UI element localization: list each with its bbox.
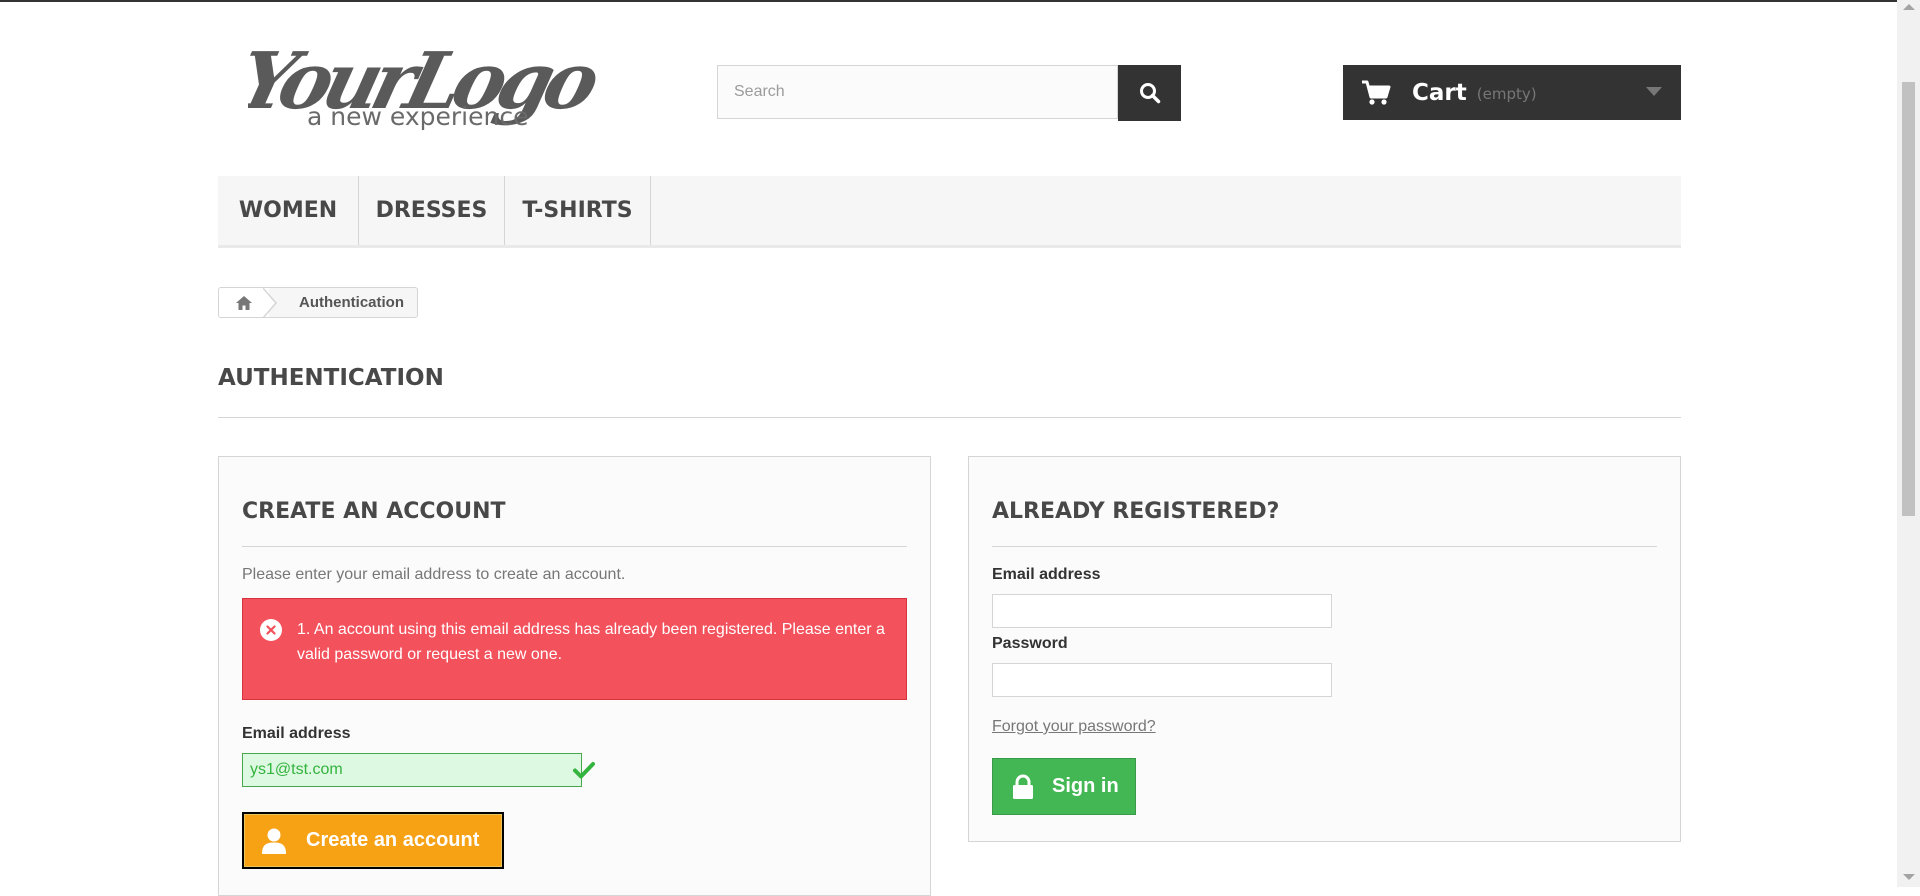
login-panel: ALREADY REGISTERED? Email address Passwo… [968,456,1681,842]
search-button[interactable] [1118,65,1181,121]
cart-status: (empty) [1476,85,1537,103]
breadcrumb-current: Authentication [299,294,404,311]
site-logo[interactable]: YourLogo a new experience [248,32,608,136]
window-top-border [0,0,1920,2]
login-email-label: Email address [992,566,1101,583]
menu-item-dresses[interactable]: DRESSES [359,176,505,245]
menu-item-women[interactable]: WOMEN [218,176,359,245]
sign-in-button-label: Sign in [1052,775,1119,797]
main-menu: WOMEN DRESSES T-SHIRTS [218,176,1681,248]
lock-icon [1013,774,1033,799]
forgot-password-link[interactable]: Forgot your password? [992,718,1156,736]
breadcrumb: Authentication [218,287,418,318]
sign-in-button[interactable]: Sign in [992,758,1136,815]
login-email-field[interactable] [992,594,1332,628]
create-account-title: CREATE AN ACCOUNT [242,499,506,524]
create-account-panel: CREATE AN ACCOUNT Please enter your emai… [218,456,931,896]
error-message: 1. An account using this email address h… [297,621,885,663]
search-input[interactable] [717,65,1118,119]
chevron-down-icon [1646,87,1662,96]
create-account-description: Please enter your email address to creat… [242,566,626,583]
user-icon [262,828,286,854]
cart-icon [1362,80,1391,105]
login-password-field[interactable] [992,663,1332,697]
search-icon [1139,83,1160,104]
cart-label: Cart [1412,79,1467,106]
scroll-down-arrow-icon[interactable] [1903,874,1915,880]
home-icon [236,295,252,310]
search-bar [717,65,1181,121]
error-icon [260,619,282,641]
logo-tagline: a new experience [307,102,528,131]
page-title: AUTHENTICATION [218,365,444,391]
create-email-wrapper [242,753,595,787]
scroll-up-arrow-icon[interactable] [1903,4,1915,10]
login-password-label: Password [992,635,1068,652]
checkmark-icon [573,762,595,779]
cart-block[interactable]: Cart (empty) [1343,65,1681,120]
login-title: ALREADY REGISTERED? [992,499,1280,524]
create-account-button-label: Create an account [306,829,480,851]
create-email-field[interactable] [242,753,582,787]
scrollbar-thumb[interactable] [1902,82,1915,516]
create-email-label: Email address [242,725,351,742]
create-account-button[interactable]: Create an account [242,812,504,869]
page-title-divider [218,417,1681,418]
menu-item-tshirts[interactable]: T-SHIRTS [505,176,651,245]
login-divider [992,546,1657,547]
create-account-divider [242,546,907,547]
breadcrumb-separator-inner [262,288,275,317]
error-alert: 1. An account using this email address h… [242,598,907,700]
